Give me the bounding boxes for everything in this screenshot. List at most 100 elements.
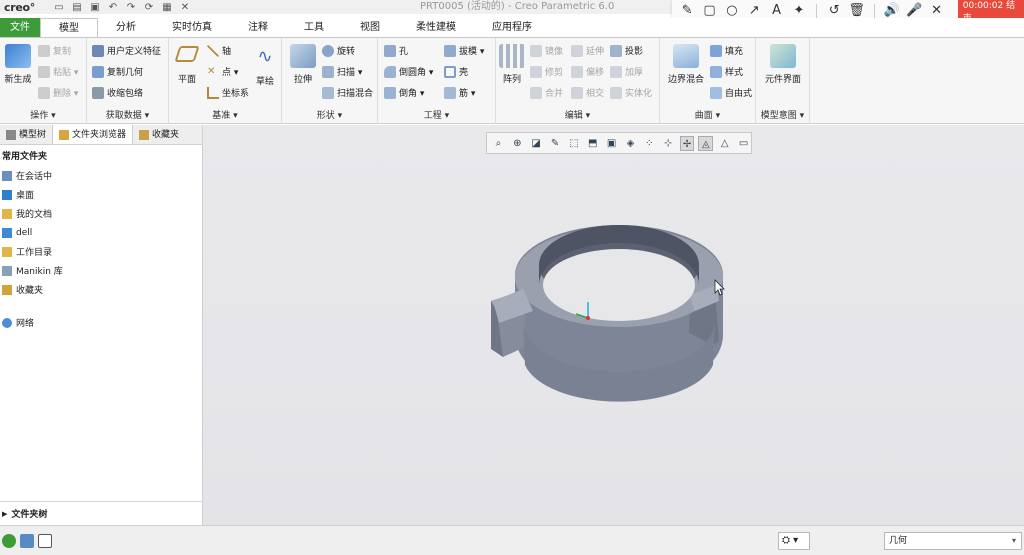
hole-button[interactable]: 孔 — [384, 44, 408, 57]
save-icon[interactable]: ▣ — [89, 2, 101, 13]
user-defined-feature-button[interactable]: 用户定义特征 — [92, 44, 161, 57]
round-icon — [384, 65, 396, 78]
hole-icon — [384, 44, 396, 57]
fill-icon — [710, 44, 722, 57]
group-label-shapes[interactable]: 形状 ▾ — [282, 108, 377, 121]
delete-button[interactable]: 删除 ▾ — [38, 86, 78, 99]
freestyle-button[interactable]: 自由式 — [710, 86, 752, 99]
tab-2[interactable]: 分析 — [98, 18, 154, 38]
solidify-button[interactable]: 实体化 — [610, 86, 652, 99]
sketch-button[interactable]: ∿ 草绘 — [251, 46, 279, 87]
group-label-surfaces[interactable]: 曲面 ▾ — [660, 108, 755, 121]
group-label-engineering[interactable]: 工程 ▾ — [378, 108, 495, 121]
axis-button[interactable]: 轴 — [207, 44, 231, 57]
working-directory-icon — [2, 246, 12, 257]
nav-item-1[interactable]: 桌面 — [0, 185, 202, 204]
nav-item-3[interactable]: dell — [0, 223, 202, 242]
copy-geometry-button[interactable]: 复制几何 — [92, 65, 143, 78]
tab-7[interactable]: 柔性建模 — [398, 18, 474, 38]
thicken-icon — [610, 65, 622, 78]
swept-blend-button[interactable]: 扫描混合 — [322, 86, 373, 99]
common-folders-header: 常用文件夹 — [2, 152, 48, 162]
tab-6[interactable]: 视图 — [342, 18, 398, 38]
nav-item-5[interactable]: Manikin 库 — [0, 261, 202, 280]
boundary-blend-button[interactable]: 边界混合 — [664, 44, 708, 85]
selection-filter-dropdown[interactable]: 几何 ▾ — [884, 532, 1022, 550]
thicken-button[interactable]: 加厚 — [610, 65, 643, 78]
group-label-get-data[interactable]: 获取数据 ▾ — [87, 108, 168, 121]
new-file-icon[interactable]: ▭ — [53, 2, 65, 13]
extend-button[interactable]: 延伸 — [571, 44, 604, 57]
group-label-editing[interactable]: 编辑 ▾ — [496, 108, 659, 121]
shell-button[interactable]: 壳 — [444, 65, 468, 78]
navigator-tab-2[interactable]: 收藏夹 — [133, 125, 185, 144]
tab-4[interactable]: 注释 — [230, 18, 286, 38]
shrinkwrap-button[interactable]: 收缩包络 — [92, 86, 143, 99]
group-shapes: 拉伸 旋转 扫描 ▾ 扫描混合 形状 ▾ — [282, 38, 378, 124]
manikin-library-icon — [2, 265, 12, 276]
extrude-icon — [290, 44, 316, 68]
copy-button[interactable]: 复制 — [38, 44, 71, 57]
paste-button[interactable]: 粘贴 ▾ — [38, 65, 78, 78]
open-file-icon[interactable]: ▤ — [71, 2, 83, 13]
model-tree-toggle-icon[interactable] — [20, 534, 34, 548]
round-button[interactable]: 倒圆角 ▾ — [384, 65, 433, 78]
tab-1[interactable]: 模型 — [40, 18, 98, 38]
nav-item-network[interactable]: 网络 — [0, 313, 202, 332]
paste-icon — [38, 65, 50, 78]
nav-item-0[interactable]: 在会话中 — [0, 166, 202, 185]
revolve-button[interactable]: 旋转 — [322, 44, 355, 57]
csys-button[interactable]: 坐标系 — [207, 86, 249, 99]
fill-button[interactable]: 填充 — [710, 44, 743, 57]
selection-filter-icon[interactable]: ⛭ ▾ — [778, 532, 810, 550]
draft-button[interactable]: 拔模 ▾ — [444, 44, 484, 57]
windows-icon[interactable]: ▦ — [161, 2, 173, 13]
csys-icon — [207, 86, 219, 99]
intersect-button[interactable]: 相交 — [571, 86, 604, 99]
group-label-datum[interactable]: 基准 ▾ — [169, 108, 281, 121]
plane-button[interactable]: 平面 — [172, 46, 202, 85]
project-button[interactable]: 投影 — [610, 44, 643, 57]
group-model-intent: 元件界面 模型意图 ▾ — [756, 38, 810, 124]
pattern-button[interactable]: 阵列 — [498, 44, 526, 85]
graphics-window[interactable]: ⌕ ⊕ ◪ ✎ ⬚ ⬒ ▣ ◈ ⁘ ⊹ ✢ ◬ △ ▭ — [203, 125, 1024, 525]
group-label-model-intent[interactable]: 模型意图 ▾ — [756, 108, 809, 121]
nav-item-2[interactable]: 我的文档 — [0, 204, 202, 223]
point-button[interactable]: ✕ 点 ▾ — [207, 65, 238, 79]
offset-button[interactable]: 偏移 — [571, 65, 604, 78]
inner-hole-through — [543, 249, 695, 321]
rib-button[interactable]: 筋 ▾ — [444, 86, 475, 99]
chamfer-button[interactable]: 倒角 ▾ — [384, 86, 424, 99]
navigator-tab-0[interactable]: 模型树 — [0, 125, 52, 144]
undo-icon[interactable]: ↶ — [107, 2, 119, 13]
nav-item-6[interactable]: 收藏夹 — [0, 280, 202, 299]
nav-item-4[interactable]: 工作目录 — [0, 242, 202, 261]
style-icon — [710, 65, 722, 78]
delete-icon — [38, 86, 50, 99]
navigator-tabs: 模型树 文件夹浏览器 收藏夹 — [0, 125, 202, 145]
chevron-down-icon: ▾ — [1011, 536, 1016, 545]
intersect-icon — [571, 86, 583, 99]
merge-icon — [530, 86, 542, 99]
component-interface-button[interactable]: 元件界面 — [758, 44, 808, 85]
close-window-icon[interactable]: ✕ — [179, 2, 191, 13]
mirror-button[interactable]: 镜像 — [530, 44, 563, 57]
part-model-view[interactable] — [203, 125, 1024, 525]
regenerate-button[interactable]: 新生成 — [2, 44, 34, 85]
status-green-icon[interactable] — [2, 534, 16, 548]
full-screen-icon[interactable] — [38, 534, 52, 548]
tab-5[interactable]: 工具 — [286, 18, 342, 38]
folder-tree-toggle[interactable]: ▶ 文件夹树 — [0, 501, 202, 525]
style-button[interactable]: 样式 — [710, 65, 743, 78]
sweep-button[interactable]: 扫描 ▾ — [322, 65, 362, 78]
redo-icon[interactable]: ↷ — [125, 2, 137, 13]
regenerate-icon[interactable]: ⟳ — [143, 2, 155, 13]
extrude-button[interactable]: 拉伸 — [288, 44, 318, 85]
group-label-operations[interactable]: 操作 ▾ — [0, 108, 86, 121]
tab-8[interactable]: 应用程序 — [474, 18, 550, 38]
merge-button[interactable]: 合并 — [530, 86, 563, 99]
tab-3[interactable]: 实时仿真 — [154, 18, 230, 38]
navigator-tab-1[interactable]: 文件夹浏览器 — [52, 125, 134, 144]
tab-0[interactable]: 文件 — [0, 18, 40, 38]
trim-button[interactable]: 修剪 — [530, 65, 563, 78]
